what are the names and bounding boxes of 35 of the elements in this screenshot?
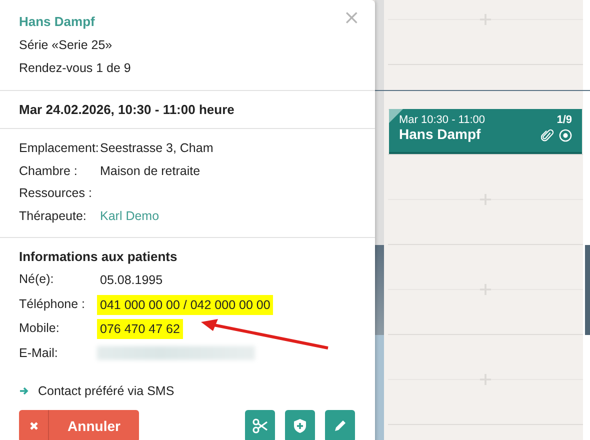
- field-label: E-Mail:: [19, 344, 59, 362]
- field-label: Téléphone :: [19, 296, 86, 313]
- pencil-button[interactable]: [325, 410, 355, 440]
- scissors-icon: [252, 418, 268, 434]
- field-label: Chambre :: [19, 162, 78, 180]
- field-label: Ressources :: [19, 185, 93, 202]
- patient-name: Hans Dampf: [19, 13, 95, 31]
- field-label: Emplacement:: [19, 140, 100, 157]
- series-label: Série «Serie 25»: [19, 37, 114, 54]
- field-value: 041 000 00 00 / 042 000 00 00: [97, 294, 274, 314]
- section-title: Informations aux patients: [19, 248, 178, 266]
- shield-plus-button[interactable]: [285, 410, 315, 440]
- close-icon: [28, 420, 38, 430]
- field-label: Né(e):: [19, 271, 55, 288]
- field-value: Maison de retraite: [100, 162, 200, 180]
- field-value: 05.08.1995: [99, 272, 164, 289]
- field-label: Thérapeute:: [19, 208, 88, 224]
- shield-plus-icon: [292, 418, 308, 434]
- pencil-icon: [332, 418, 348, 434]
- target-icon: [559, 128, 572, 142]
- event-time: Mar 10:30 - 11:00: [399, 114, 486, 126]
- close-button[interactable]: ×: [340, 6, 363, 28]
- contact-preference: Contact préféré via SMS: [38, 382, 174, 400]
- appointment-card[interactable]: Mar 10:30 - 11:00 1/9 Hans Dampf: [389, 109, 582, 154]
- field-label: Mobile:: [19, 320, 60, 337]
- arrow-right-icon: [19, 386, 29, 396]
- occurrence-label: Rendez-vous 1 de 9: [19, 60, 132, 77]
- therapist-link[interactable]: Karl Demo: [100, 206, 160, 224]
- event-counter: 1/9: [556, 114, 572, 126]
- field-value: Seestrasse 3, Cham: [100, 140, 214, 157]
- scissors-button[interactable]: [245, 410, 275, 440]
- cancel-button[interactable]: Annuler: [19, 410, 139, 440]
- appointment-datetime: Mar 24.02.2026, 10:30 - 11:00 heure: [19, 101, 236, 118]
- event-title: Hans Dampf: [399, 126, 481, 142]
- field-value: 076 470 47 62: [97, 319, 183, 339]
